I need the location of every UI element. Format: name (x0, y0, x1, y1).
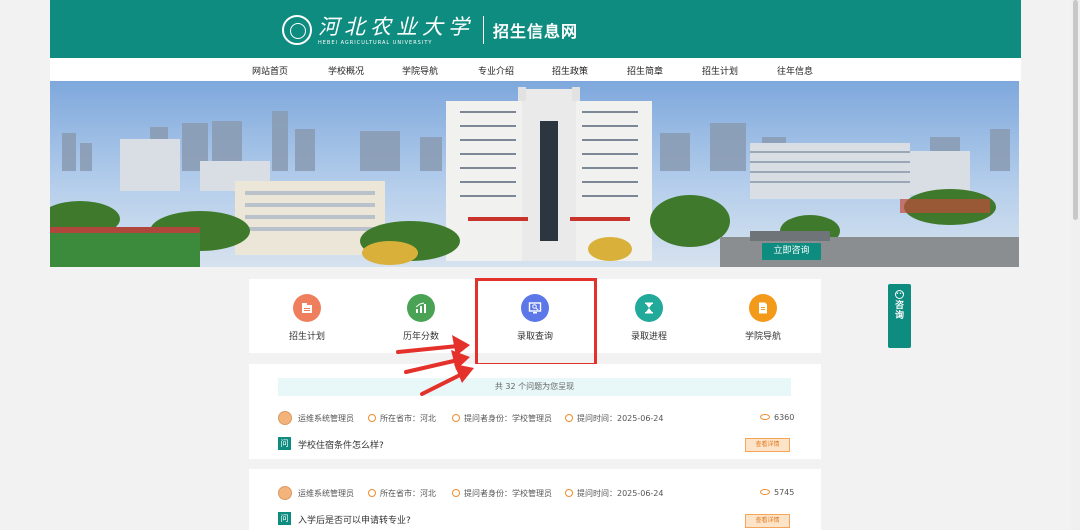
location-icon (368, 489, 376, 497)
views-value: 6360 (774, 413, 795, 422)
chat-bubble-icon: ••• (895, 290, 905, 299)
folder-icon (293, 294, 321, 322)
university-name: 河北农业大学 HEBEI AGRICULTURAL UNIVERSITY (318, 15, 474, 46)
province-value: 所在省市：河北 (380, 489, 436, 498)
answer-card: 运维系统管理员 所在省市：河北 提问者身份：学校管理员 提问时间：2025-06… (249, 469, 821, 530)
logo-divider (483, 16, 484, 44)
question-badge: 问 (278, 512, 291, 525)
quick-item-label: 历年分数 (402, 332, 439, 342)
quick-item-label: 录取进程 (630, 332, 667, 342)
view-detail-button[interactable]: 查看详情 (745, 514, 790, 528)
question-title[interactable]: 入学后是否可以申请转专业? (298, 513, 411, 526)
highlight-box (475, 278, 597, 366)
time-value: 提问时间：2025-06-24 (577, 414, 664, 423)
nav-item-majors[interactable]: 专业介绍 (478, 64, 514, 77)
eye-icon (760, 414, 770, 420)
view-detail-button[interactable]: 查看详情 (745, 438, 790, 452)
quick-item-admission-progress[interactable]: 录取进程 (594, 279, 704, 353)
time-text: 提问时间：2025-06-24 (565, 413, 664, 424)
clock-icon (565, 414, 573, 422)
question-line: 问 入学后是否可以申请转专业? 查看详情 (278, 512, 791, 528)
nav-item-overview[interactable]: 学校概况 (328, 64, 364, 77)
views-value: 5745 (774, 488, 795, 497)
site-header: 河北农业大学 HEBEI AGRICULTURAL UNIVERSITY 招生信… (50, 0, 1021, 58)
question-meta: 运维系统管理员 所在省市：河北 提问者身份：学校管理员 提问时间：2025-06… (278, 411, 794, 425)
province-text: 所在省市：河北 (368, 488, 436, 499)
quick-item-enrollment-plan[interactable]: 招生计划 (252, 279, 362, 353)
nav-item-policy[interactable]: 招生政策 (552, 64, 588, 77)
author-name: 运维系统管理员 (298, 489, 354, 498)
main-nav: 网站首页 学校概况 学院导航 专业介绍 招生政策 招生简章 招生计划 往年信息 (50, 58, 1021, 81)
quick-item-historical-scores[interactable]: 历年分数 (366, 279, 476, 353)
views-text: 5745 (760, 488, 794, 497)
float-consult-label: 咨询 (894, 301, 904, 321)
university-name-cn: 河北农业大学 (318, 14, 474, 39)
site-logo[interactable]: 河北农业大学 HEBEI AGRICULTURAL UNIVERSITY 招生信… (282, 10, 578, 50)
hourglass-icon (635, 294, 663, 322)
author-name: 运维系统管理员 (298, 414, 354, 423)
province-value: 所在省市：河北 (380, 414, 436, 423)
float-consult-button[interactable]: ••• 咨询 (888, 284, 911, 348)
user-icon (452, 414, 460, 422)
quick-item-college-nav[interactable]: 学院导航 (708, 279, 818, 353)
avatar (278, 486, 292, 500)
document-icon (749, 294, 777, 322)
consult-now-button[interactable]: 立即咨询 (762, 243, 821, 260)
quick-item-label: 招生计划 (288, 332, 325, 342)
nav-item-brochure[interactable]: 招生简章 (627, 64, 663, 77)
page-scrollbar[interactable] (1071, 0, 1080, 530)
eye-icon (760, 489, 770, 495)
clock-icon (565, 489, 573, 497)
time-text: 提问时间：2025-06-24 (565, 488, 664, 499)
scrollbar-thumb[interactable] (1073, 0, 1078, 220)
answer-card: 共 32 个问题为您呈现 运维系统管理员 所在省市：河北 提问者身份：学校管理员… (249, 364, 821, 459)
identity-text: 提问者身份：学校管理员 (452, 413, 552, 424)
question-count: 共 32 个问题为您呈现 (278, 378, 791, 396)
site-title: 招生信息网 (493, 22, 579, 41)
university-seal-icon (282, 15, 312, 45)
question-meta: 运维系统管理员 所在省市：河北 提问者身份：学校管理员 提问时间：2025-06… (278, 486, 794, 500)
question-badge: 问 (278, 437, 291, 450)
identity-value: 提问者身份：学校管理员 (464, 414, 552, 423)
avatar (278, 411, 292, 425)
campus-banner (50, 81, 1019, 267)
location-icon (368, 414, 376, 422)
province-text: 所在省市：河北 (368, 413, 436, 424)
identity-value: 提问者身份：学校管理员 (464, 489, 552, 498)
nav-item-archive[interactable]: 往年信息 (777, 64, 813, 77)
quick-item-label: 学院导航 (744, 332, 781, 342)
time-value: 提问时间：2025-06-24 (577, 489, 664, 498)
nav-item-plan[interactable]: 招生计划 (702, 64, 738, 77)
question-line: 问 学校住宿条件怎么样? 查看详情 (278, 437, 791, 452)
nav-item-home[interactable]: 网站首页 (252, 64, 288, 77)
nav-item-colleges[interactable]: 学院导航 (402, 64, 438, 77)
views-text: 6360 (760, 413, 794, 422)
user-icon (452, 489, 460, 497)
campus-photo (50, 81, 1019, 267)
identity-text: 提问者身份：学校管理员 (452, 488, 552, 499)
bar-chart-icon (407, 294, 435, 322)
question-title[interactable]: 学校住宿条件怎么样? (298, 438, 384, 451)
university-name-en: HEBEI AGRICULTURAL UNIVERSITY (318, 39, 433, 46)
